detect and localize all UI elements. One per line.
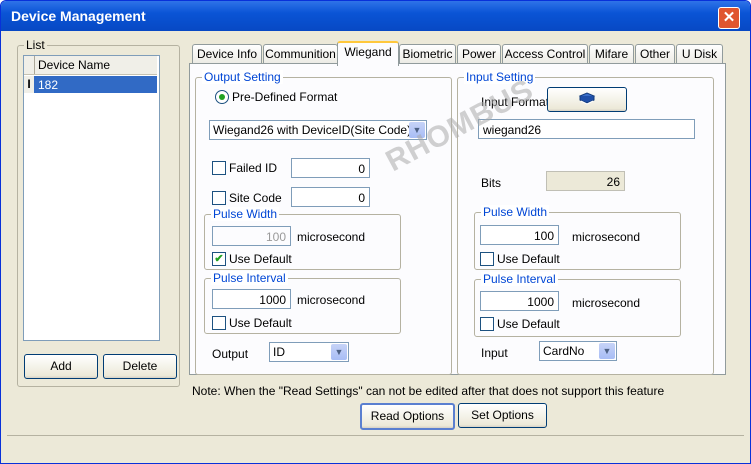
input-pulse-width-label: Pulse Width bbox=[481, 205, 550, 219]
list-item[interactable]: I 182 bbox=[24, 76, 157, 93]
failed-id-label: Failed ID bbox=[229, 161, 278, 175]
input-pulse-width-unit: microsecond bbox=[572, 230, 641, 244]
output-pulse-interval-use-default-label: Use Default bbox=[229, 316, 292, 330]
output-pulse-interval-use-default-checkbox[interactable] bbox=[212, 316, 226, 330]
tab-mifare[interactable]: Mifare bbox=[589, 44, 634, 63]
tab-power[interactable]: Power bbox=[457, 44, 501, 63]
output-pulse-width-label: Pulse Width bbox=[211, 207, 280, 221]
input-pulse-width-field[interactable]: 100 bbox=[480, 225, 559, 245]
list-group-label: List bbox=[24, 38, 47, 52]
input-format-field[interactable]: wiegand26 bbox=[478, 119, 695, 139]
input-pulse-interval-use-default-checkbox[interactable] bbox=[480, 317, 494, 331]
output-setting-label: Output Setting bbox=[202, 70, 283, 84]
tab-communition[interactable]: Communition bbox=[263, 44, 338, 63]
chevron-down-icon[interactable]: ▼ bbox=[331, 344, 347, 360]
device-name-column-header[interactable]: Device Name bbox=[24, 56, 157, 75]
failed-id-checkbox[interactable] bbox=[212, 161, 226, 175]
output-pulse-interval-label: Pulse Interval bbox=[211, 271, 288, 285]
row-indicator: I bbox=[24, 76, 34, 93]
device-management-window: Device Management ✕ List Device Name I 1… bbox=[0, 0, 751, 464]
input-pulse-interval-field[interactable]: 1000 bbox=[480, 291, 559, 311]
tab-wiegand[interactable]: Wiegand bbox=[337, 41, 399, 66]
output-pulse-width-unit: microsecond bbox=[297, 230, 366, 244]
input-format-book-button[interactable] bbox=[547, 87, 627, 112]
tab-biometric[interactable]: Biometric bbox=[399, 44, 456, 63]
input-pulse-width-use-default-checkbox[interactable] bbox=[480, 252, 494, 266]
status-bar bbox=[7, 435, 744, 458]
bits-field: 26 bbox=[546, 171, 625, 191]
title-bar[interactable]: Device Management ✕ bbox=[1, 1, 750, 31]
input-pulse-interval-unit: microsecond bbox=[572, 296, 641, 310]
failed-id-field[interactable]: 0 bbox=[291, 158, 370, 178]
delete-button[interactable]: Delete bbox=[103, 354, 177, 379]
site-code-field[interactable]: 0 bbox=[291, 187, 370, 207]
tab-u-disk[interactable]: U Disk bbox=[676, 44, 723, 63]
output-type-select[interactable]: ID ▼ bbox=[269, 342, 349, 362]
input-pulse-width-use-default-label: Use Default bbox=[497, 252, 560, 266]
read-options-button[interactable]: Read Options bbox=[360, 403, 455, 430]
site-code-checkbox[interactable] bbox=[212, 191, 226, 205]
window-title: Device Management bbox=[11, 8, 146, 24]
output-pulse-interval-unit: microsecond bbox=[297, 293, 366, 307]
input-pulse-interval-label: Pulse Interval bbox=[481, 272, 558, 286]
input-type-select[interactable]: CardNo ▼ bbox=[539, 341, 617, 361]
add-button[interactable]: Add bbox=[24, 354, 98, 379]
set-options-button[interactable]: Set Options bbox=[458, 403, 547, 428]
input-type-label: Input bbox=[481, 346, 508, 360]
bits-label: Bits bbox=[481, 176, 502, 190]
chevron-down-icon[interactable]: ▼ bbox=[599, 343, 615, 359]
feature-note: Note: When the "Read Settings" can not b… bbox=[192, 384, 665, 398]
output-pulse-width-use-default-label: Use Default bbox=[229, 252, 292, 266]
tab-device-info[interactable]: Device Info bbox=[192, 44, 262, 63]
input-pulse-interval-use-default-label: Use Default bbox=[497, 317, 560, 331]
output-pulse-interval-field[interactable]: 1000 bbox=[212, 289, 291, 309]
book-icon bbox=[578, 92, 596, 105]
pre-defined-format-radio[interactable] bbox=[215, 90, 229, 104]
close-icon[interactable]: ✕ bbox=[718, 7, 740, 29]
output-type-label: Output bbox=[212, 347, 249, 361]
output-pulse-width-field[interactable]: 100 bbox=[212, 226, 291, 246]
tab-other[interactable]: Other bbox=[635, 44, 675, 63]
device-list[interactable]: Device Name I 182 bbox=[23, 55, 160, 341]
output-format-select[interactable]: Wiegand26 with DeviceID(Site Code) ▼ bbox=[209, 120, 427, 140]
tab-access-control[interactable]: Access Control bbox=[502, 44, 588, 63]
site-code-label: Site Code bbox=[229, 191, 282, 205]
output-pulse-width-use-default-checkbox[interactable]: ✔ bbox=[212, 252, 226, 266]
device-name-cell: 182 bbox=[38, 78, 59, 92]
pre-defined-format-label: Pre-Defined Format bbox=[232, 90, 338, 104]
